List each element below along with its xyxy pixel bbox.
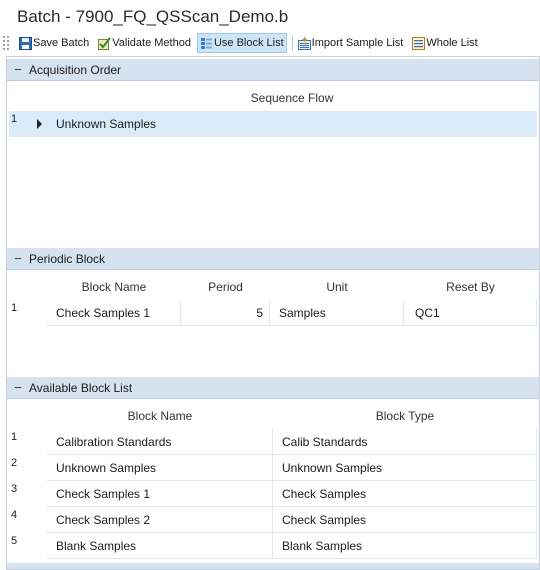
table-row[interactable]: 3 Check Samples 1 Check Samples [9, 481, 537, 507]
block-type-cell[interactable]: Blank Samples [273, 533, 537, 559]
column-header-block-name[interactable]: Block Name [47, 409, 273, 423]
grid-header: Sequence Flow [9, 85, 537, 111]
table-row[interactable]: 1 Calibration Standards Calib Standards [9, 429, 537, 455]
row-number: 1 [11, 431, 18, 443]
sequence-flow-cell[interactable]: Unknown Samples [47, 111, 537, 137]
toolbar-separator [291, 35, 293, 51]
whole-list-button[interactable]: Whole List [409, 33, 480, 53]
periodic-block-header[interactable]: − Periodic Block [7, 248, 539, 270]
column-header-reset-by[interactable]: Reset By [404, 280, 537, 294]
toolbar-grip-icon[interactable] [3, 35, 11, 51]
use-block-list-label: Use Block List [213, 37, 284, 49]
validate-icon [98, 36, 112, 50]
window-title: Batch - 7900_FQ_QSScan_Demo.b [17, 7, 289, 26]
reset-by-cell[interactable]: QC1 [404, 300, 537, 326]
whole-list-label: Whole List [426, 37, 478, 49]
block-name-cell[interactable]: Check Samples 1 [47, 300, 181, 326]
column-header-sequence-flow[interactable]: Sequence Flow [47, 91, 537, 105]
collapse-icon[interactable]: − [7, 251, 29, 266]
import-sample-list-label: Import Sample List [311, 37, 404, 49]
block-name-cell[interactable]: Unknown Samples [47, 455, 273, 481]
table-row[interactable]: 1 Unknown Samples [9, 111, 537, 137]
row-pointer-icon [37, 119, 42, 129]
grid-header: Block Name Period Unit Reset By [9, 274, 537, 300]
unit-cell[interactable]: Samples [270, 300, 404, 326]
collapse-icon[interactable]: − [7, 62, 29, 77]
collapse-icon[interactable]: − [7, 380, 29, 395]
row-number: 4 [11, 509, 18, 521]
save-batch-label: Save Batch [33, 37, 90, 49]
save-icon [19, 36, 32, 50]
validate-method-button[interactable]: Validate Method [95, 33, 194, 53]
row-number: 3 [11, 483, 18, 495]
import-icon [297, 36, 311, 50]
whole-list-icon [412, 36, 426, 50]
column-header-period[interactable]: Period [181, 280, 270, 294]
batch-editor-panel: − Acquisition Order Sequence Flow 1 Unkn… [6, 56, 540, 570]
use-block-list-button[interactable]: Use Block List [196, 33, 287, 53]
column-header-block-name[interactable]: Block Name [47, 280, 181, 294]
row-number: 2 [11, 457, 18, 469]
period-cell[interactable]: 5 [181, 300, 270, 326]
save-batch-button[interactable]: Save Batch [16, 33, 92, 53]
row-number: 5 [11, 535, 18, 547]
import-sample-list-button[interactable]: Import Sample List [295, 33, 407, 53]
table-row[interactable]: 4 Check Samples 2 Check Samples [9, 507, 537, 533]
table-row[interactable]: 2 Unknown Samples Unknown Samples [9, 455, 537, 481]
row-number: 1 [11, 302, 18, 314]
block-type-cell[interactable]: Calib Standards [273, 429, 537, 455]
periodic-block-title: Periodic Block [29, 251, 106, 266]
block-name-cell[interactable]: Check Samples 2 [47, 507, 273, 533]
panel-footer-bar [7, 563, 539, 569]
grid-header: Block Name Block Type [9, 403, 537, 429]
block-name-cell[interactable]: Check Samples 1 [47, 481, 273, 507]
block-type-cell[interactable]: Check Samples [273, 481, 537, 507]
available-block-list-title: Available Block List [29, 380, 133, 395]
acquisition-order-title: Acquisition Order [29, 62, 122, 77]
table-row[interactable]: 1 Check Samples 1 5 Samples QC1 [9, 300, 537, 326]
validate-method-label: Validate Method [112, 37, 191, 49]
acquisition-order-header[interactable]: − Acquisition Order [7, 59, 539, 81]
column-header-unit[interactable]: Unit [270, 280, 404, 294]
table-row[interactable]: 5 Blank Samples Blank Samples [9, 533, 537, 559]
row-number: 1 [11, 113, 18, 125]
available-block-list-header[interactable]: − Available Block List [7, 377, 539, 399]
block-type-cell[interactable]: Unknown Samples [273, 455, 537, 481]
block-name-cell[interactable]: Calibration Standards [47, 429, 273, 455]
column-header-block-type[interactable]: Block Type [273, 409, 537, 423]
block-type-cell[interactable]: Check Samples [273, 507, 537, 533]
block-name-cell[interactable]: Blank Samples [47, 533, 273, 559]
toolbar: Save Batch Validate Method Use Block Lis… [0, 32, 540, 54]
block-list-icon [200, 37, 212, 49]
